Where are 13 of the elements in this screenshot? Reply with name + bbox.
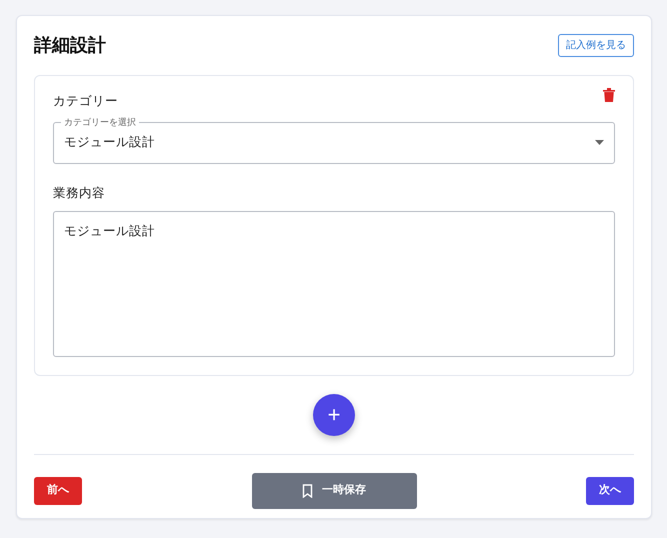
page-title: 詳細設計	[34, 34, 106, 56]
bookmark-icon	[302, 484, 313, 498]
category-label: カテゴリー	[53, 93, 118, 110]
caret-icon	[595, 140, 604, 146]
trash-icon[interactable]	[603, 88, 615, 102]
next-button[interactable]: 次へ	[586, 476, 634, 504]
save-draft-button[interactable]: 一時保存	[252, 472, 416, 508]
add-button[interactable]: +	[313, 394, 355, 436]
content-textarea[interactable]: モジュール設計	[53, 210, 615, 356]
view-example-button[interactable]: 記入例を見る	[558, 34, 634, 57]
previous-button[interactable]: 前へ	[34, 476, 82, 504]
select-legend: カテゴリーを選択	[61, 116, 139, 128]
content-label: 業務内容	[53, 184, 106, 202]
